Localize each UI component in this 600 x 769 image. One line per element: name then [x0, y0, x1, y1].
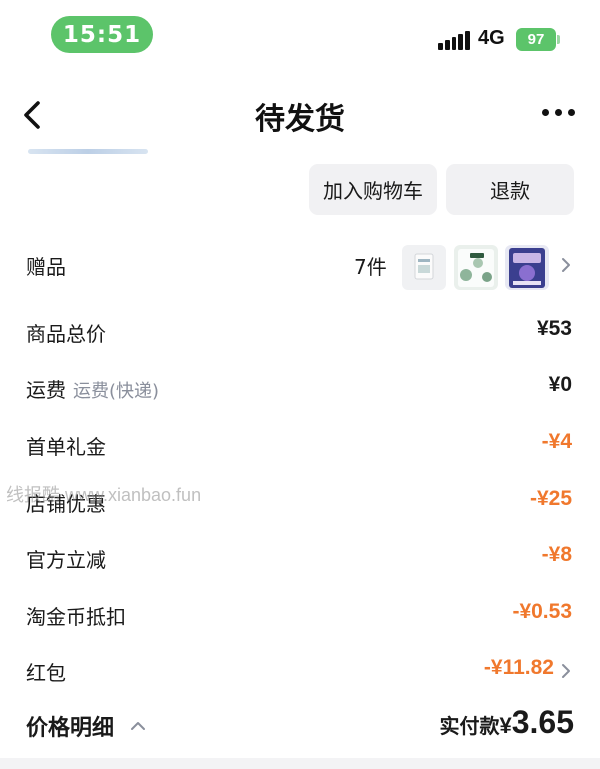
gift-thumbnail[interactable] [505, 245, 549, 290]
row-value: ¥53 [536, 317, 572, 340]
row-label: 首单礼金 [26, 435, 106, 459]
price-footer: 价格明细 实付款 ¥ 3.65 [0, 704, 600, 752]
paid-amount-group: 实付款 ¥ 3.65 [439, 704, 574, 741]
signal-icon [438, 30, 470, 50]
price-detail-toggle[interactable]: 价格明细 [26, 710, 114, 742]
status-time: 15:51 [51, 16, 153, 53]
chevron-right-icon [562, 664, 570, 678]
paid-amount: 3.65 [511, 704, 574, 740]
gift-label: 赠品 [26, 255, 66, 279]
chevron-right-icon [562, 258, 570, 272]
paid-currency: ¥ [499, 713, 512, 738]
row-label: 商品总价 [26, 322, 106, 346]
shipping-sublabel: 运费(快递) [73, 381, 160, 402]
price-row-shipping: 运费 运费(快递) ¥0 [0, 368, 600, 408]
price-row-official-discount: 官方立减 -¥8 [0, 538, 600, 578]
battery-icon: 97 [516, 28, 556, 51]
chevron-up-icon[interactable] [130, 721, 146, 731]
row-label: 运费 运费(快递) [26, 374, 159, 403]
gift-thumbnail[interactable] [402, 245, 446, 290]
row-value: -¥25 [529, 487, 572, 510]
row-value: -¥8 [541, 543, 572, 566]
row-label: 淘金币抵扣 [26, 605, 126, 629]
nav-bar: 待发货 [0, 80, 600, 150]
bottom-strip [0, 758, 600, 769]
add-to-cart-button[interactable]: 加入购物车 [309, 164, 437, 215]
row-value: -¥4 [541, 430, 572, 453]
watermark: 线报酷 www.xianbao.fun [6, 485, 202, 505]
price-row-red-packet[interactable]: 红包 -¥11.82 [0, 651, 600, 691]
price-row-total: 商品总价 ¥53 [0, 312, 600, 352]
paid-label: 实付款 [439, 714, 500, 738]
gift-count: 7件 [354, 255, 387, 279]
gift-row[interactable]: 赠品 7件 [0, 245, 600, 290]
status-bar: 15:51 4G 97 [0, 0, 600, 70]
refund-button[interactable]: 退款 [446, 164, 574, 215]
row-value: -¥11.82 [483, 656, 554, 679]
more-dots-icon[interactable] [542, 109, 575, 116]
price-row-first-order-gift: 首单礼金 -¥4 [0, 425, 600, 465]
battery-tip [557, 35, 560, 44]
page-title: 待发货 [255, 102, 345, 137]
row-label: 官方立减 [26, 548, 106, 572]
gift-thumbnail[interactable] [454, 245, 498, 290]
network-type: 4G [478, 27, 505, 49]
row-label: 红包 [26, 661, 66, 685]
scroll-indicator [28, 149, 148, 154]
row-value: ¥0 [548, 373, 572, 396]
row-value: -¥0.53 [512, 600, 572, 623]
price-row-coins: 淘金币抵扣 -¥0.53 [0, 595, 600, 635]
shipping-label: 运费 [26, 378, 66, 402]
